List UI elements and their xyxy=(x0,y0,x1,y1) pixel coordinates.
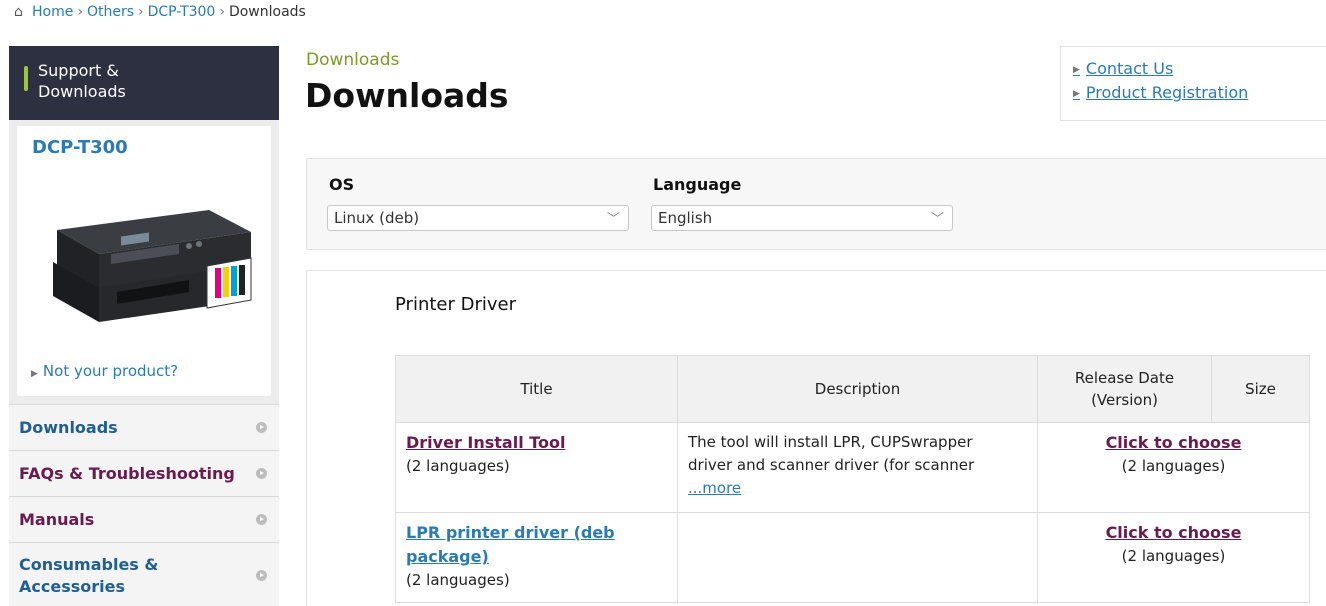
printer-image xyxy=(53,210,252,322)
not-your-product-label: Not your product? xyxy=(42,362,179,380)
breadcrumb-separator: › xyxy=(219,4,225,20)
breadcrumb: ⌂ Home › Others › DCP-T300 › Downloads xyxy=(14,4,306,20)
filter-panel: OS Linux (deb) ﹀ Language English ﹀ xyxy=(306,158,1326,250)
table-header-row: Title Description Release Date (Version) … xyxy=(395,355,1310,423)
language-label: Language xyxy=(653,175,742,194)
sidebar-item-consumables[interactable]: Consumables & Accessories xyxy=(9,542,279,606)
more-link[interactable]: ...more xyxy=(688,479,741,497)
row-languages: (2 languages) xyxy=(406,457,510,475)
chevron-down-icon: ﹀ xyxy=(930,212,944,227)
lpr-title-line1: LPR printer driver (deb xyxy=(406,523,615,542)
chevron-down-icon: ﹀ xyxy=(606,212,620,227)
row-choose-cell: Click to choose (2 languages) xyxy=(1037,422,1310,513)
section-title: Printer Driver xyxy=(395,294,516,315)
accent-bar xyxy=(24,66,28,91)
chevron-right-icon xyxy=(256,422,267,433)
sidebar-item-label: Manuals xyxy=(19,510,95,529)
downloads-table: Title Description Release Date (Version) … xyxy=(395,355,1310,603)
release-date-label: Release Date xyxy=(1074,369,1175,387)
table-row: Driver Install Tool (2 languages) The to… xyxy=(395,422,1310,513)
sidebar-item-label: Consumables & Accessories xyxy=(19,554,158,598)
language-select[interactable]: English ﹀ xyxy=(651,205,953,231)
triangle-right-icon: ▶ xyxy=(31,369,38,379)
sidebar-item-label: FAQs & Troubleshooting xyxy=(19,464,235,483)
version-label: (Version) xyxy=(1091,391,1158,409)
column-header-description: Description xyxy=(677,355,1038,423)
home-icon[interactable]: ⌂ xyxy=(14,4,28,20)
choose-languages: (2 languages) xyxy=(1121,547,1226,565)
column-header-title: Title xyxy=(395,355,678,423)
sidebar: Support & Downloads DCP-T300 ▶ Not your … xyxy=(9,46,279,606)
sidebar-item-manuals[interactable]: Manuals xyxy=(9,496,279,542)
choose-languages: (2 languages) xyxy=(1121,457,1226,475)
column-header-size: Size xyxy=(1211,355,1310,423)
click-to-choose-link[interactable]: Click to choose xyxy=(1106,433,1242,452)
table-row: LPR printer driver (deb package) (2 langu… xyxy=(395,512,1310,603)
sidebar-header-line1: Support & xyxy=(38,61,119,80)
column-header-release-date: Release Date (Version) xyxy=(1037,355,1212,423)
breadcrumb-separator: › xyxy=(138,4,144,20)
sidebar-item-label-line1: Consumables & xyxy=(19,554,159,574)
contact-us-label: Contact Us xyxy=(1085,59,1174,78)
chevron-right-icon xyxy=(256,514,267,525)
downloads-content: Printer Driver Title Description Release… xyxy=(306,270,1326,606)
breadcrumb-separator: › xyxy=(77,4,83,20)
product-card: DCP-T300 ▶ Not your product? xyxy=(9,120,279,404)
driver-install-tool-link[interactable]: Driver Install Tool xyxy=(406,433,566,452)
not-your-product-link[interactable]: ▶ Not your product? xyxy=(31,362,178,380)
sidebar-item-label: Downloads xyxy=(19,418,118,437)
os-select[interactable]: Linux (deb) ﹀ xyxy=(327,205,629,231)
breadcrumb-product[interactable]: DCP-T300 xyxy=(148,4,216,20)
row-title-cell: Driver Install Tool (2 languages) xyxy=(395,422,678,513)
page-title: Downloads xyxy=(305,76,509,115)
breadcrumb-others[interactable]: Others xyxy=(87,4,134,20)
triangle-right-icon: ▶ xyxy=(1073,65,1080,75)
contact-us-link[interactable]: ▶ Contact Us xyxy=(1073,59,1326,78)
sidebar-item-label-line2: Accessories xyxy=(19,576,125,596)
sidebar-header-line2: Downloads xyxy=(38,82,126,101)
section-kicker: Downloads xyxy=(306,50,400,70)
row-description-cell xyxy=(677,512,1038,603)
row-description-cell: The tool will install LPR, CUPSwrapper d… xyxy=(677,422,1038,513)
sidebar-item-downloads[interactable]: Downloads xyxy=(9,404,279,450)
triangle-right-icon: ▶ xyxy=(1073,89,1080,99)
row-languages: (2 languages) xyxy=(406,571,510,589)
description-line: driver and scanner driver (for scanner xyxy=(688,456,975,474)
sidebar-nav: Downloads FAQs & Troubleshooting Manuals… xyxy=(9,404,279,606)
lpr-title-line2: package) xyxy=(406,547,489,566)
chevron-right-icon xyxy=(256,570,267,581)
chevron-right-icon xyxy=(256,468,267,479)
click-to-choose-link[interactable]: Click to choose xyxy=(1106,523,1242,542)
sidebar-header: Support & Downloads xyxy=(9,46,279,120)
product-name[interactable]: DCP-T300 xyxy=(32,137,128,158)
description-line: The tool will install LPR, CUPSwrapper xyxy=(688,433,973,451)
breadcrumb-current: Downloads xyxy=(228,4,306,20)
product-registration-link[interactable]: ▶ Product Registration xyxy=(1073,83,1326,102)
breadcrumb-home[interactable]: Home xyxy=(32,4,73,20)
sidebar-item-faqs[interactable]: FAQs & Troubleshooting xyxy=(9,450,279,496)
language-select-value: English xyxy=(658,209,713,227)
product-panel: DCP-T300 ▶ Not your product? xyxy=(17,126,271,396)
quick-links: ▶ Contact Us ▶ Product Registration xyxy=(1060,46,1326,121)
product-registration-label: Product Registration xyxy=(1085,83,1249,102)
lpr-driver-link[interactable]: LPR printer driver (deb package) xyxy=(406,523,615,566)
os-label: OS xyxy=(329,175,355,194)
row-choose-cell: Click to choose (2 languages) xyxy=(1037,512,1310,603)
row-title-cell: LPR printer driver (deb package) (2 langu… xyxy=(395,512,678,603)
os-select-value: Linux (deb) xyxy=(334,209,420,227)
